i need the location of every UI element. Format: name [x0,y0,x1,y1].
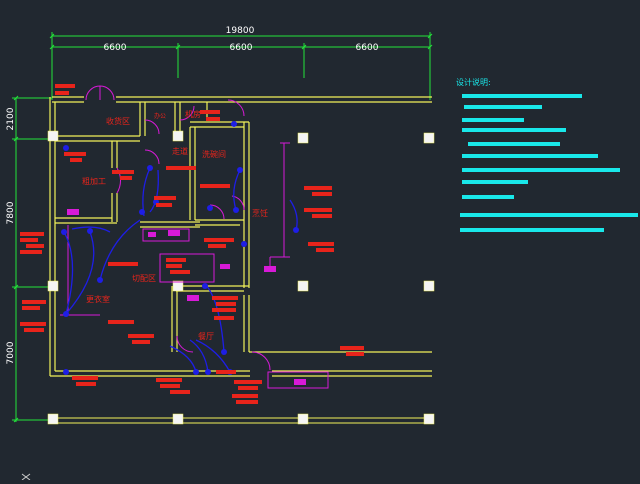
door-swings [85,85,271,371]
dim-vertical-1: 2100 [6,107,16,130]
room-label-electrical: 机房 [185,109,201,119]
room-label-storage: 收货区 [106,116,130,126]
design-notes: 设计说明: [456,77,638,232]
dim-bay-3: 6600 [356,43,379,53]
notes-lines [460,94,638,232]
dim-vertical-2: 7800 [6,201,16,224]
cad-drawing-viewport[interactable]: 19800 6600 6600 6600 2100 7800 7000 收货区 … [0,0,640,481]
dim-bay-2: 6600 [230,43,253,53]
room-label-corridor: 走道 [172,146,188,156]
dim-bay-1: 6600 [104,43,127,53]
room-label-cooking: 烹饪 [252,208,268,218]
dimension-lines [12,32,433,423]
annotation-tags [20,84,364,404]
room-label-dining: 餐厅 [198,332,214,341]
walls [49,96,432,377]
room-label-cutting: 切配区 [132,274,156,283]
bottom-axis-line [52,417,430,424]
notes-title: 设计说明: [456,77,491,87]
dim-vertical-3: 7000 [6,341,16,364]
room-label-office: 办公 [154,112,166,120]
room-label-washroom: 洗碗间 [202,149,226,159]
room-label-rough-processing: 粗加工 [82,176,106,186]
dim-overall: 19800 [226,26,255,36]
room-label-staff: 更衣室 [86,294,110,304]
room-labels: 收货区 办公 机房 走道 洗碗间 粗加工 烹饪 切配区 更衣室 餐厅 [82,109,268,341]
wiring-points [61,121,299,375]
ucs-axis-icon [21,473,31,481]
floor-plan: 19800 6600 6600 6600 2100 7800 7000 收货区 … [6,26,638,481]
